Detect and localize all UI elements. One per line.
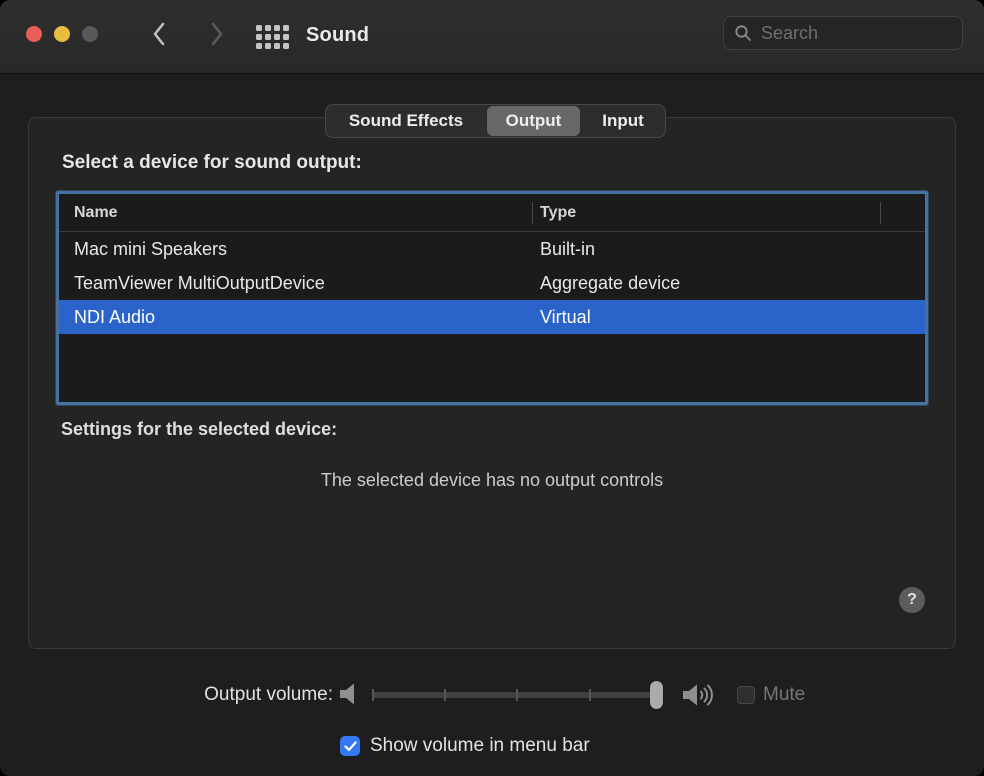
back-button[interactable] [147,22,171,50]
speaker-low-icon [337,681,361,712]
zoom-button [82,26,98,42]
slider-thumb[interactable] [650,681,663,709]
question-mark-icon: ? [907,591,917,609]
table-row[interactable]: Mac mini Speakers Built-in [59,232,925,266]
output-volume-slider[interactable] [372,681,662,709]
column-divider[interactable] [880,202,881,224]
minimize-button[interactable] [54,26,70,42]
show-volume-row[interactable]: Show volume in menu bar [340,735,590,757]
output-panel: Select a device for sound output: Name T… [28,117,956,649]
chevron-right-icon [209,21,225,52]
device-type: Built-in [540,239,925,260]
tab-bar: Sound Effects Output Input [325,104,666,138]
column-divider[interactable] [532,202,533,224]
show-all-grid-icon[interactable] [256,25,289,50]
chevron-left-icon [151,21,167,52]
device-name: NDI Audio [74,307,540,328]
table-row[interactable]: TeamViewer MultiOutputDevice Aggregate d… [59,266,925,300]
show-volume-checkbox[interactable] [340,736,360,756]
slider-tick [589,689,591,701]
search-field[interactable] [723,16,963,50]
slider-tick [516,689,518,701]
magnifier-icon [734,24,752,42]
tab-output[interactable]: Output [487,106,580,136]
device-type: Aggregate device [540,273,925,294]
tab-sound-effects[interactable]: Sound Effects [326,105,486,137]
output-volume-label: Output volume: [0,684,333,706]
mute-label: Mute [763,684,805,706]
window-title: Sound [306,24,369,47]
column-header-name[interactable]: Name [74,204,540,222]
speaker-high-icon [681,681,719,714]
tab-input[interactable]: Input [581,105,665,137]
slider-tick [372,689,374,701]
checkmark-icon [344,741,357,752]
forward-button [205,22,229,50]
device-table: Name Type Mac mini Speakers Built-in Tea… [56,191,928,405]
search-input[interactable] [759,22,952,45]
help-button[interactable]: ? [899,587,925,613]
close-button[interactable] [26,26,42,42]
device-name: Mac mini Speakers [74,239,540,260]
title-bar[interactable]: Sound [0,0,984,74]
sound-preferences-window: Sound Sound Effects Output Input Select … [0,0,984,776]
device-type: Virtual [540,307,925,328]
column-header-type[interactable]: Type [540,204,925,222]
device-name: TeamViewer MultiOutputDevice [74,273,540,294]
show-volume-label: Show volume in menu bar [370,735,590,757]
table-row-selected[interactable]: NDI Audio Virtual [59,300,925,334]
settings-label: Settings for the selected device: [61,419,337,440]
mute-checkbox [737,686,755,704]
slider-tick [444,689,446,701]
select-device-label: Select a device for sound output: [62,152,362,174]
table-header: Name Type [59,194,925,232]
no-output-controls-message: The selected device has no output contro… [29,470,955,491]
